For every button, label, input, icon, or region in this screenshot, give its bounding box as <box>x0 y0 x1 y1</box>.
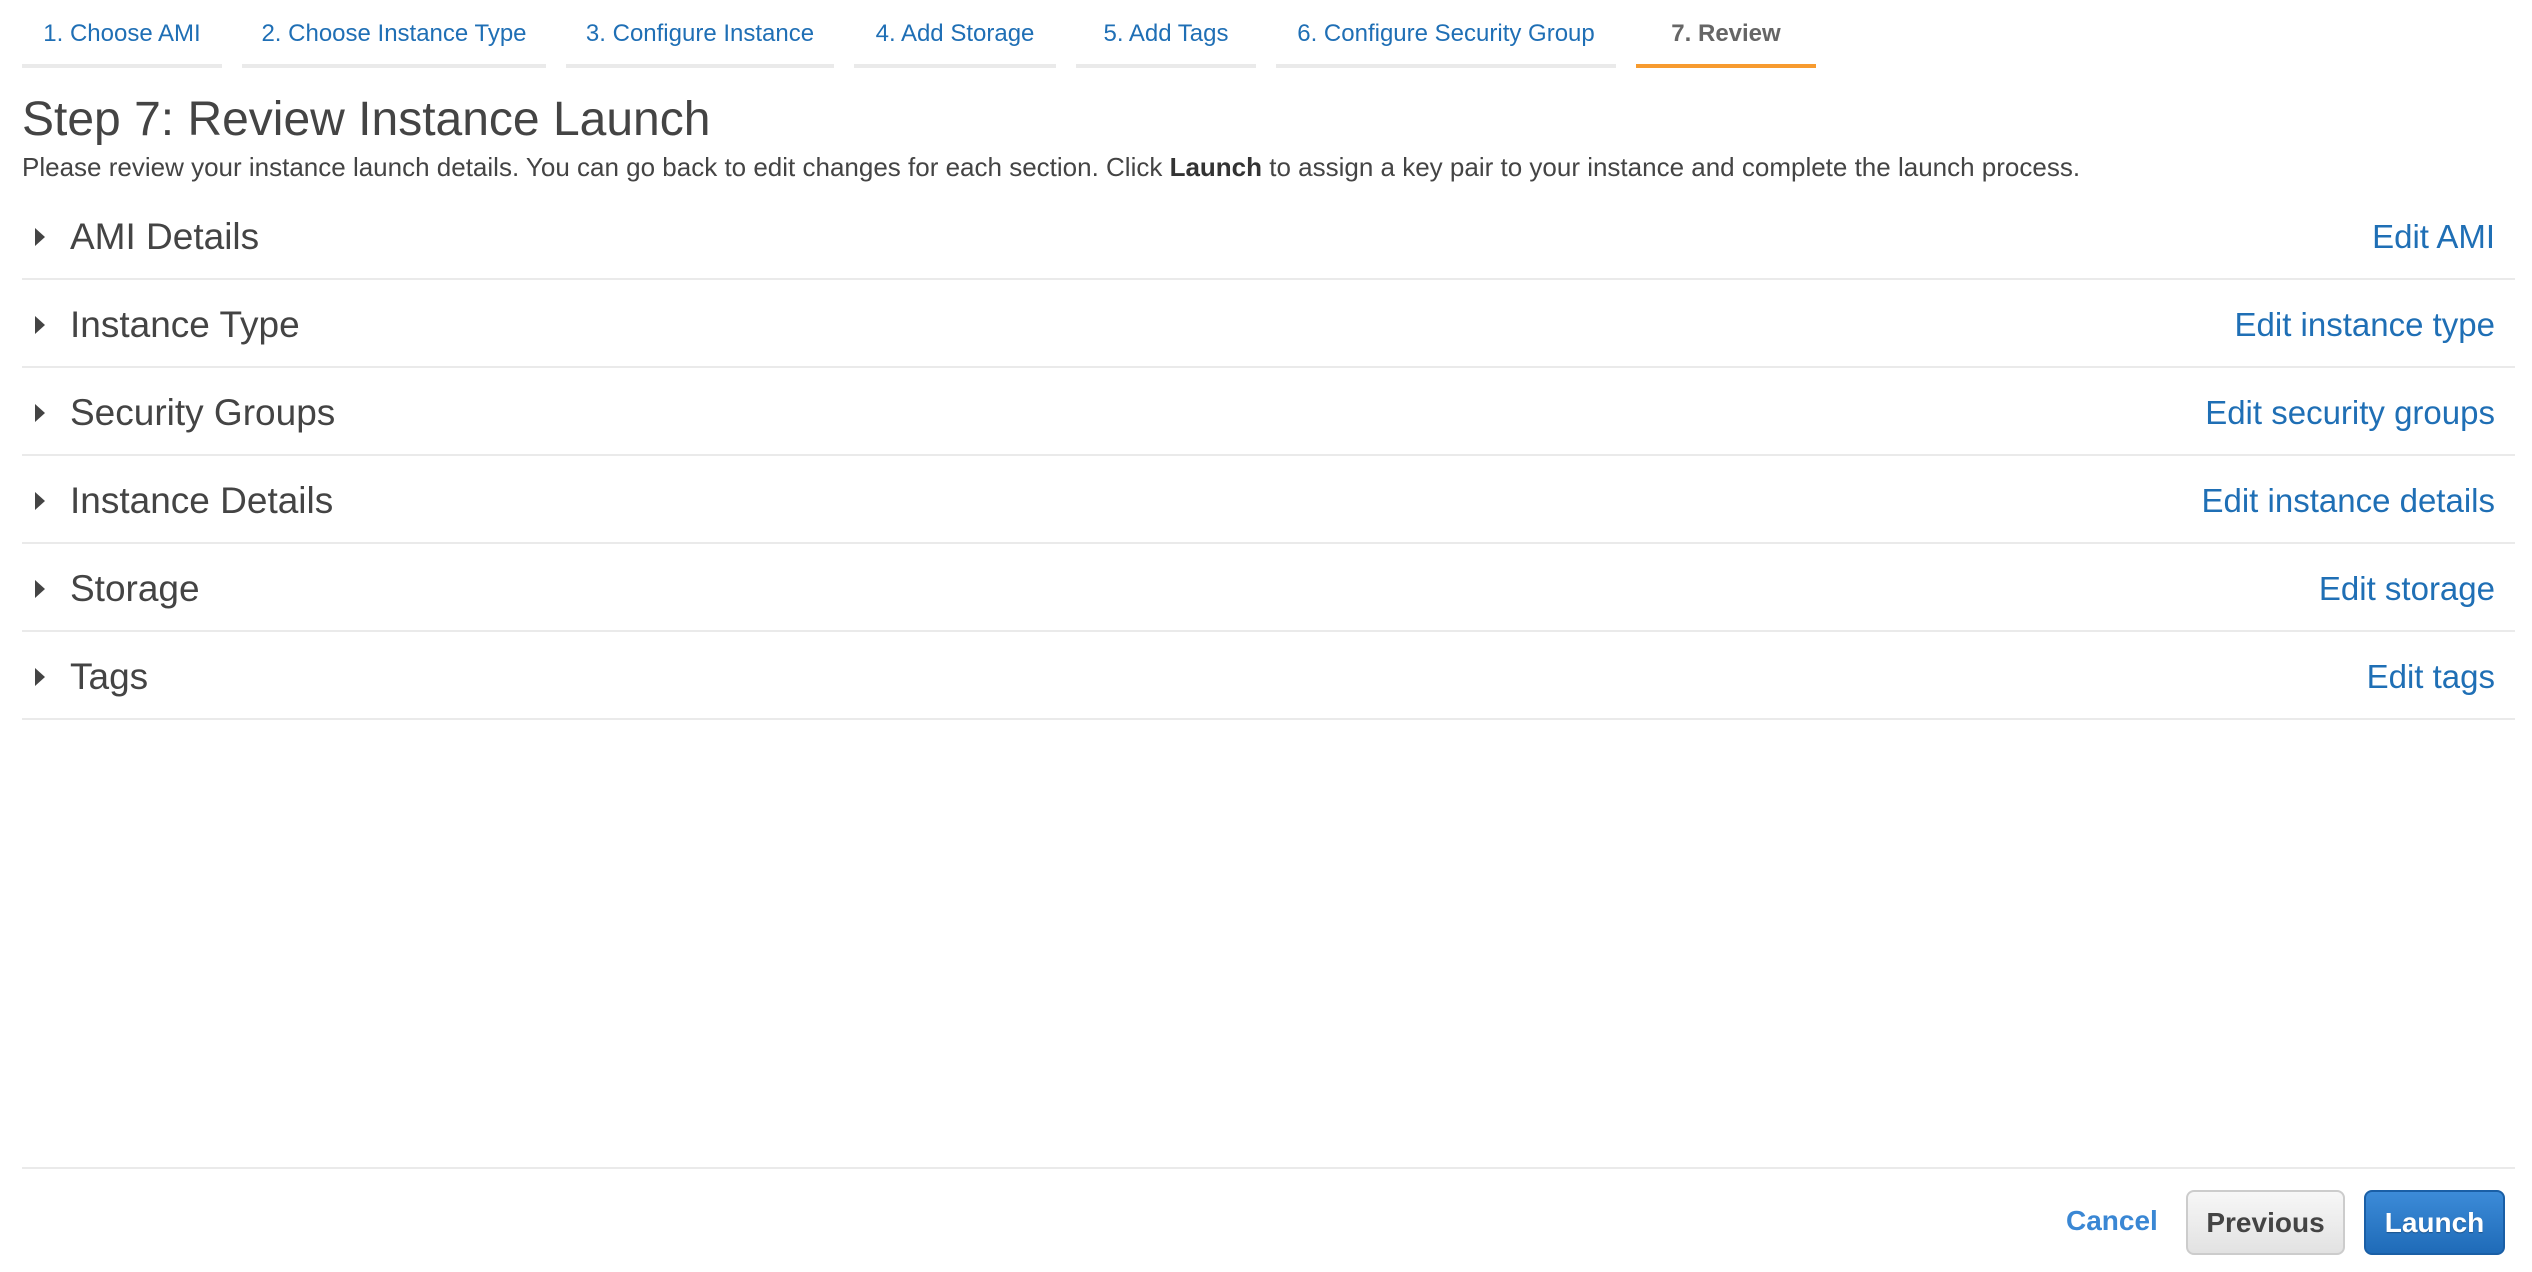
tab-add-storage[interactable]: 4. Add Storage <box>854 0 1056 68</box>
caret-right-icon[interactable] <box>35 316 45 334</box>
tab-label: 1. Choose AMI <box>43 20 201 47</box>
section-title: Storage <box>70 568 200 609</box>
tab-underline <box>1076 64 1256 68</box>
section-title: Instance Details <box>70 480 334 521</box>
footer-divider <box>22 1167 2515 1169</box>
section-title: AMI Details <box>70 216 260 257</box>
section-title: Tags <box>70 656 149 697</box>
tab-label: 5. Add Tags <box>1103 20 1229 47</box>
tab-configure-security-group[interactable]: 6. Configure Security Group <box>1276 0 1616 68</box>
wizard-steps: 1. Choose AMI 2. Choose Instance Type 3.… <box>0 0 2532 70</box>
section-tags[interactable]: Tags Edit tags <box>22 638 2515 720</box>
tab-underline <box>854 64 1056 68</box>
tab-underline-active <box>1636 64 1816 68</box>
page-title: Step 7: Review Instance Launch <box>22 93 711 146</box>
tab-choose-instance-type[interactable]: 2. Choose Instance Type <box>242 0 546 68</box>
description-text: to assign a key pair to your instance an… <box>1262 152 2081 182</box>
previous-button[interactable]: Previous <box>2186 1190 2345 1255</box>
caret-right-icon[interactable] <box>35 228 45 246</box>
tab-underline <box>242 64 546 68</box>
tab-underline <box>22 64 222 68</box>
tab-add-tags[interactable]: 5. Add Tags <box>1076 0 1256 68</box>
tab-label: 2. Choose Instance Type <box>261 20 527 47</box>
caret-right-icon[interactable] <box>35 404 45 422</box>
caret-right-icon[interactable] <box>35 580 45 598</box>
cancel-button[interactable]: Cancel <box>2066 1205 2158 1237</box>
edit-instance-details-link[interactable]: Edit instance details <box>2201 482 2495 520</box>
tab-underline <box>1276 64 1616 68</box>
section-instance-type[interactable]: Instance Type Edit instance type <box>22 286 2515 368</box>
tab-choose-ami[interactable]: 1. Choose AMI <box>22 0 222 68</box>
section-storage[interactable]: Storage Edit storage <box>22 550 2515 632</box>
edit-security-groups-link[interactable]: Edit security groups <box>2205 394 2495 432</box>
section-security-groups[interactable]: Security Groups Edit security groups <box>22 374 2515 456</box>
caret-right-icon[interactable] <box>35 492 45 510</box>
section-ami-details[interactable]: AMI Details Edit AMI <box>22 198 2515 280</box>
launch-button[interactable]: Launch <box>2364 1190 2505 1255</box>
tab-label: 7. Review <box>1671 20 1781 47</box>
section-instance-details[interactable]: Instance Details Edit instance details <box>22 462 2515 544</box>
edit-instance-type-link[interactable]: Edit instance type <box>2235 306 2496 344</box>
page-description: Please review your instance launch detai… <box>22 152 2080 183</box>
caret-right-icon[interactable] <box>35 668 45 686</box>
section-title: Instance Type <box>70 304 300 345</box>
tab-label: 6. Configure Security Group <box>1297 20 1595 47</box>
tab-label: 4. Add Storage <box>875 20 1035 47</box>
section-title: Security Groups <box>70 392 336 433</box>
tab-underline <box>566 64 834 68</box>
edit-tags-link[interactable]: Edit tags <box>2367 658 2495 696</box>
tab-label: 3. Configure Instance <box>585 20 815 47</box>
tab-review[interactable]: 7. Review <box>1636 0 1816 68</box>
description-launch-keyword: Launch <box>1169 152 1263 182</box>
edit-ami-link[interactable]: Edit AMI <box>2372 218 2495 256</box>
description-text: Please review your instance launch detai… <box>22 152 1170 182</box>
tab-configure-instance[interactable]: 3. Configure Instance <box>566 0 834 68</box>
edit-storage-link[interactable]: Edit storage <box>2319 570 2495 608</box>
